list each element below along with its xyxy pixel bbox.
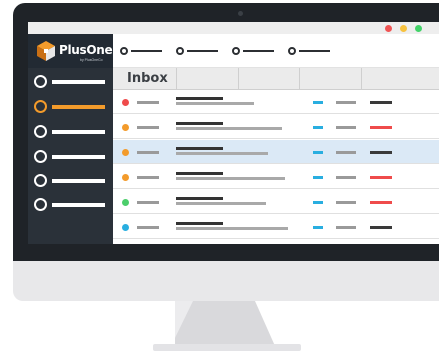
date-placeholder bbox=[336, 176, 356, 179]
status-dot-icon bbox=[122, 124, 129, 131]
preview-placeholder bbox=[176, 127, 282, 130]
status-dot-icon bbox=[122, 149, 129, 156]
message-row[interactable] bbox=[113, 90, 439, 114]
flag-indicator bbox=[370, 101, 392, 104]
sidebar-item-label-placeholder bbox=[52, 130, 105, 134]
message-row[interactable] bbox=[113, 115, 439, 139]
preview-placeholder bbox=[176, 102, 254, 105]
app-window: PlusOne by PlusOneCo Inbox bbox=[28, 22, 439, 244]
subject-placeholder bbox=[176, 197, 223, 200]
date-placeholder bbox=[336, 126, 356, 129]
maximize-window-button[interactable] bbox=[415, 25, 422, 32]
subject-placeholder bbox=[176, 172, 223, 175]
sender-placeholder bbox=[137, 126, 159, 129]
brand-tagline: by PlusOneCo bbox=[80, 58, 103, 62]
minimize-window-button[interactable] bbox=[400, 25, 407, 32]
sidebar-item-label-placeholder bbox=[52, 179, 105, 183]
flag-indicator bbox=[370, 176, 392, 179]
column-divider bbox=[238, 68, 239, 90]
sidebar-item[interactable] bbox=[34, 198, 108, 212]
circle-icon bbox=[232, 47, 240, 55]
label-tag bbox=[313, 176, 323, 179]
label-tag bbox=[313, 101, 323, 104]
message-row[interactable] bbox=[113, 190, 439, 214]
sender-placeholder bbox=[137, 226, 159, 229]
monitor-base bbox=[153, 344, 301, 351]
desktop-monitor: PlusOne by PlusOneCo Inbox bbox=[0, 0, 439, 354]
column-divider bbox=[361, 68, 362, 90]
date-placeholder bbox=[336, 226, 356, 229]
close-window-button[interactable] bbox=[385, 25, 392, 32]
top-nav-label-placeholder bbox=[187, 50, 218, 52]
top-nav-label-placeholder bbox=[131, 50, 162, 52]
sidebar bbox=[28, 68, 113, 244]
circle-icon bbox=[34, 174, 47, 187]
subject-placeholder bbox=[176, 97, 223, 100]
inbox-table: Inbox bbox=[113, 68, 439, 244]
sidebar-item-label-placeholder bbox=[52, 105, 105, 109]
logo-icon bbox=[35, 40, 57, 67]
preview-placeholder bbox=[176, 227, 288, 230]
subject-placeholder bbox=[176, 222, 223, 225]
flag-indicator bbox=[370, 151, 392, 154]
date-placeholder bbox=[336, 101, 356, 104]
sidebar-item-label-placeholder bbox=[52, 155, 105, 159]
top-nav-label-placeholder bbox=[299, 50, 330, 52]
top-nav-label-placeholder bbox=[243, 50, 274, 52]
sidebar-item[interactable] bbox=[34, 174, 108, 188]
webcam bbox=[238, 11, 243, 16]
flag-indicator bbox=[370, 226, 392, 229]
circle-icon bbox=[176, 47, 184, 55]
label-tag bbox=[313, 126, 323, 129]
preview-placeholder bbox=[176, 177, 285, 180]
date-placeholder bbox=[336, 151, 356, 154]
sidebar-item-label-placeholder bbox=[52, 80, 105, 84]
sidebar-item-active[interactable] bbox=[34, 100, 108, 114]
status-dot-icon bbox=[122, 174, 129, 181]
message-row[interactable] bbox=[113, 140, 439, 164]
brand-header: PlusOne by PlusOneCo bbox=[28, 34, 113, 68]
column-divider bbox=[299, 68, 300, 90]
subject-placeholder bbox=[176, 122, 223, 125]
window-titlebar bbox=[28, 22, 439, 34]
circle-icon bbox=[34, 75, 47, 88]
label-tag bbox=[313, 201, 323, 204]
top-navigation bbox=[113, 34, 439, 68]
preview-placeholder bbox=[176, 152, 268, 155]
inbox-tab[interactable]: Inbox bbox=[119, 68, 177, 90]
circle-icon bbox=[34, 100, 47, 113]
sidebar-item[interactable] bbox=[34, 125, 108, 139]
sender-placeholder bbox=[137, 151, 159, 154]
circle-icon bbox=[34, 125, 47, 138]
inbox-header: Inbox bbox=[113, 68, 439, 90]
circle-icon bbox=[288, 47, 296, 55]
message-row[interactable] bbox=[113, 215, 439, 239]
status-dot-icon bbox=[122, 99, 129, 106]
sender-placeholder bbox=[137, 176, 159, 179]
status-dot-icon bbox=[122, 199, 129, 206]
label-tag bbox=[313, 226, 323, 229]
circle-icon bbox=[34, 150, 47, 163]
sender-placeholder bbox=[137, 101, 159, 104]
sidebar-item-label-placeholder bbox=[52, 203, 105, 207]
sidebar-item[interactable] bbox=[34, 150, 108, 164]
flag-indicator bbox=[370, 126, 392, 129]
brand-name: PlusOne bbox=[59, 43, 113, 57]
sidebar-item[interactable] bbox=[34, 75, 108, 89]
monitor-chin bbox=[13, 261, 439, 301]
label-tag bbox=[313, 151, 323, 154]
subject-placeholder bbox=[176, 147, 223, 150]
message-row[interactable] bbox=[113, 165, 439, 189]
flag-indicator bbox=[370, 201, 392, 204]
circle-icon bbox=[34, 198, 47, 211]
circle-icon bbox=[120, 47, 128, 55]
preview-placeholder bbox=[176, 202, 266, 205]
sender-placeholder bbox=[137, 201, 159, 204]
status-dot-icon bbox=[122, 224, 129, 231]
date-placeholder bbox=[336, 201, 356, 204]
